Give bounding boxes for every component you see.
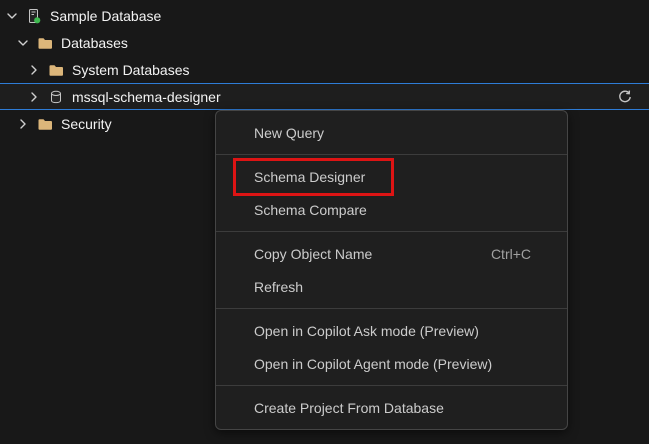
folder-icon: [48, 62, 64, 78]
menu-item-shortcut: Ctrl+C: [491, 246, 531, 262]
chevron-right-icon[interactable]: [26, 62, 42, 78]
tree-item-label: Databases: [61, 35, 128, 51]
menu-item-label: Schema Compare: [254, 202, 367, 218]
context-menu: New Query Schema Designer Schema Compare…: [215, 110, 568, 430]
menu-item-schema-compare[interactable]: Schema Compare: [216, 193, 567, 226]
menu-group: Open in Copilot Ask mode (Preview) Open …: [216, 309, 567, 385]
folder-icon: [37, 116, 53, 132]
menu-item-label: Open in Copilot Ask mode (Preview): [254, 323, 479, 339]
menu-item-label: Refresh: [254, 279, 303, 295]
menu-group: Schema Designer Schema Compare: [216, 155, 567, 231]
menu-item-copy-object-name[interactable]: Copy Object Name Ctrl+C: [216, 237, 567, 270]
tree-item-label: System Databases: [72, 62, 190, 78]
menu-item-label: Copy Object Name: [254, 246, 372, 262]
refresh-icon[interactable]: [616, 88, 634, 106]
menu-item-label: Create Project From Database: [254, 400, 444, 416]
tree-item-label: Security: [61, 116, 112, 132]
tree-item-mssql-schema-designer[interactable]: mssql-schema-designer: [0, 83, 649, 110]
menu-item-refresh[interactable]: Refresh: [216, 270, 567, 303]
menu-item-open-copilot-ask-mode[interactable]: Open in Copilot Ask mode (Preview): [216, 314, 567, 347]
menu-item-open-copilot-agent-mode[interactable]: Open in Copilot Agent mode (Preview): [216, 347, 567, 380]
chevron-right-icon[interactable]: [26, 89, 42, 105]
tree-item-system-databases[interactable]: System Databases: [0, 56, 649, 83]
menu-item-schema-designer[interactable]: Schema Designer: [216, 160, 567, 193]
chevron-down-icon[interactable]: [4, 8, 20, 24]
tree-item-label: Sample Database: [50, 8, 161, 24]
menu-item-create-project-from-database[interactable]: Create Project From Database: [216, 391, 567, 424]
folder-icon: [37, 35, 53, 51]
menu-group: New Query: [216, 111, 567, 154]
tree-item-label: mssql-schema-designer: [72, 89, 221, 105]
menu-item-label: New Query: [254, 125, 324, 141]
server-online-icon: [26, 8, 42, 24]
menu-item-label: Open in Copilot Agent mode (Preview): [254, 356, 492, 372]
chevron-down-icon[interactable]: [15, 35, 31, 51]
database-icon: [48, 89, 64, 105]
tree-item-sample-database[interactable]: Sample Database: [0, 2, 649, 29]
menu-group: Create Project From Database: [216, 386, 567, 429]
menu-group: Copy Object Name Ctrl+C Refresh: [216, 232, 567, 308]
tree-item-databases[interactable]: Databases: [0, 29, 649, 56]
chevron-right-icon[interactable]: [15, 116, 31, 132]
menu-item-label: Schema Designer: [254, 169, 365, 185]
menu-item-new-query[interactable]: New Query: [216, 116, 567, 149]
